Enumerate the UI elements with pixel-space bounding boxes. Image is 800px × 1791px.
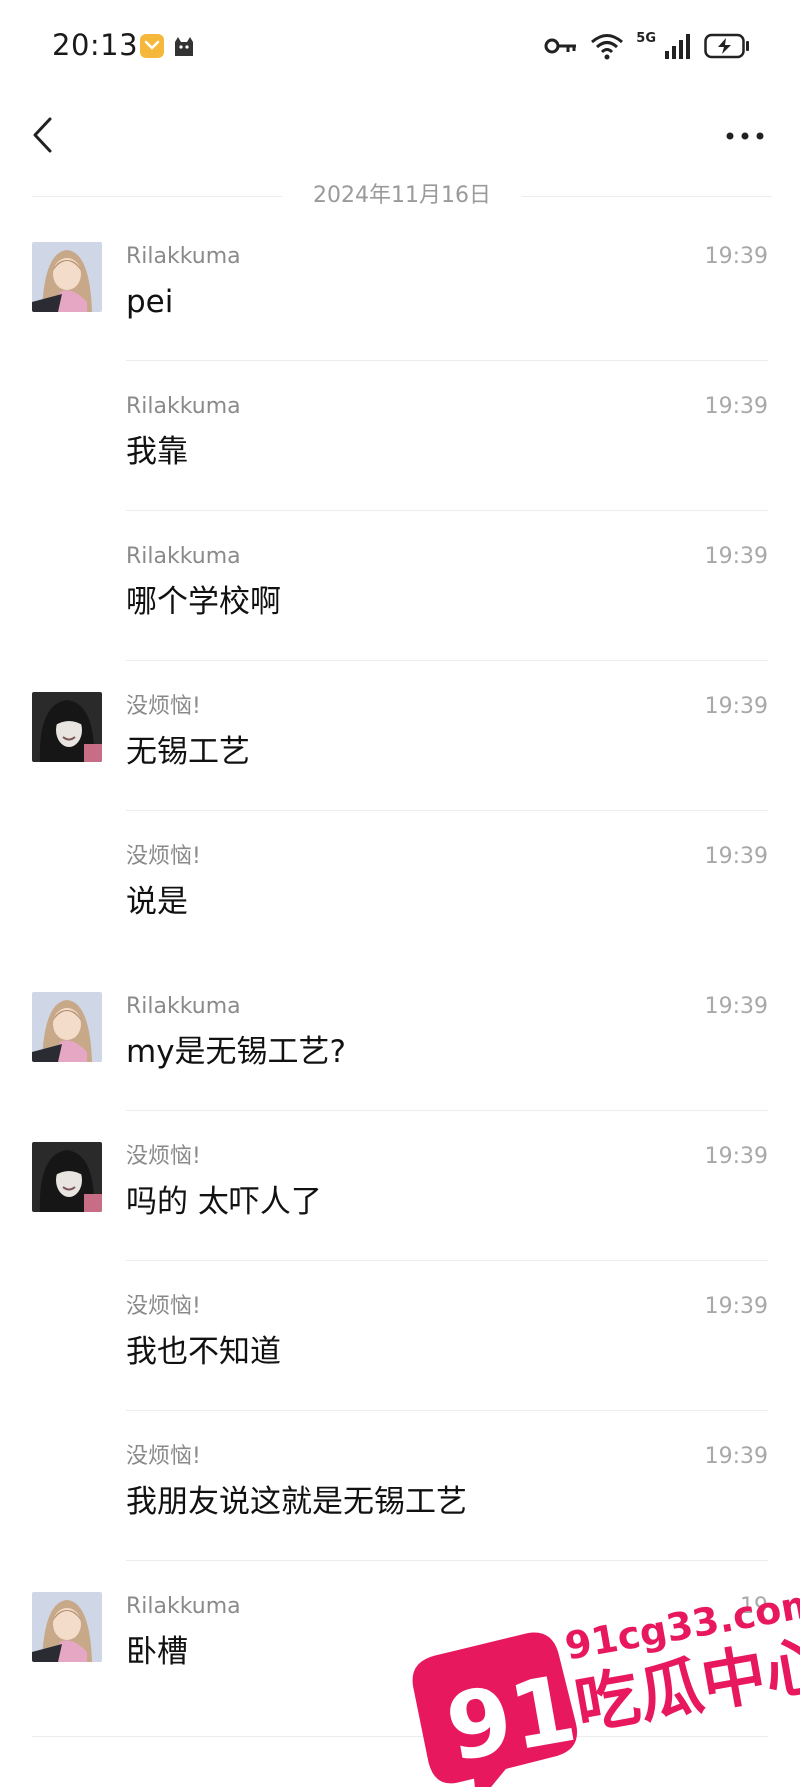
sender-name: Rilakkuma — [126, 1594, 241, 1619]
message-divider — [126, 1110, 768, 1111]
message-divider — [126, 510, 768, 511]
more-horizontal-icon — [726, 132, 764, 140]
message-divider — [126, 1410, 768, 1411]
sender-name: Rilakkuma — [126, 994, 241, 1019]
status-time: 20:13 — [52, 28, 139, 62]
message-text: 哪个学校啊 — [126, 584, 281, 620]
message-divider — [126, 1260, 768, 1261]
chevron-left-icon — [33, 117, 52, 153]
anime-girl-avatar[interactable] — [32, 242, 102, 312]
chat-header — [0, 92, 800, 182]
message-time: 19:39 — [704, 994, 768, 1019]
dark-hair-avatar[interactable] — [32, 1142, 102, 1212]
more-options-button[interactable] — [720, 118, 770, 154]
status-icons: 5G — [544, 30, 750, 62]
message-text: 卧槽 — [126, 1634, 188, 1670]
site-watermark: 91 91cg33.com 吃瓜中心 — [395, 1560, 800, 1791]
message-text: 我也不知道 — [126, 1334, 281, 1370]
anime-girl-avatar[interactable] — [32, 992, 102, 1062]
network-type-label: 5G — [636, 31, 656, 46]
sender-name: 没烦恼! — [126, 1144, 201, 1169]
anime-girl-avatar[interactable] — [32, 1592, 102, 1662]
sender-name: 没烦恼! — [126, 844, 201, 869]
notification-badge-icon — [140, 34, 164, 58]
message-time: 19:39 — [704, 844, 768, 869]
sender-name: Rilakkuma — [126, 244, 241, 269]
signal-icon — [664, 33, 692, 59]
status-bar: 20:13 5G — [0, 0, 800, 92]
message-time: 19:39 — [704, 244, 768, 269]
message-time: 19:39 — [704, 694, 768, 719]
date-divider: 2024年11月16日 — [32, 180, 772, 212]
message-text: 说是 — [126, 884, 188, 920]
message-divider — [126, 810, 768, 811]
battery-charging-icon — [704, 33, 750, 59]
message-time: 19:39 — [704, 1144, 768, 1169]
wifi-icon — [590, 32, 624, 60]
message-text: 无锡工艺 — [126, 734, 250, 770]
sender-name: Rilakkuma — [126, 544, 241, 569]
message-divider — [126, 360, 768, 361]
message-text: 我靠 — [126, 434, 188, 470]
watermark-number: 91 — [439, 1655, 584, 1783]
date-label: 2024年11月16日 — [313, 183, 491, 208]
message-text: 我朋友说这就是无锡工艺 — [126, 1484, 467, 1520]
message-time: 19:39 — [704, 1444, 768, 1469]
message-text: pei — [126, 284, 174, 320]
sender-name: 没烦恼! — [126, 1294, 201, 1319]
message-time: 19:39 — [704, 544, 768, 569]
sender-name: 没烦恼! — [126, 694, 201, 719]
sender-name: 没烦恼! — [126, 1444, 201, 1469]
message-text: 吗的 太吓人了 — [126, 1184, 322, 1220]
cat-icon — [172, 34, 196, 58]
key-icon — [544, 36, 578, 56]
back-button[interactable] — [22, 110, 68, 160]
dark-hair-avatar[interactable] — [32, 692, 102, 762]
message-time: 19:39 — [704, 394, 768, 419]
message-divider — [126, 660, 768, 661]
sender-name: Rilakkuma — [126, 394, 241, 419]
message-text: my是无锡工艺? — [126, 1034, 346, 1070]
message-time: 19:39 — [704, 1294, 768, 1319]
